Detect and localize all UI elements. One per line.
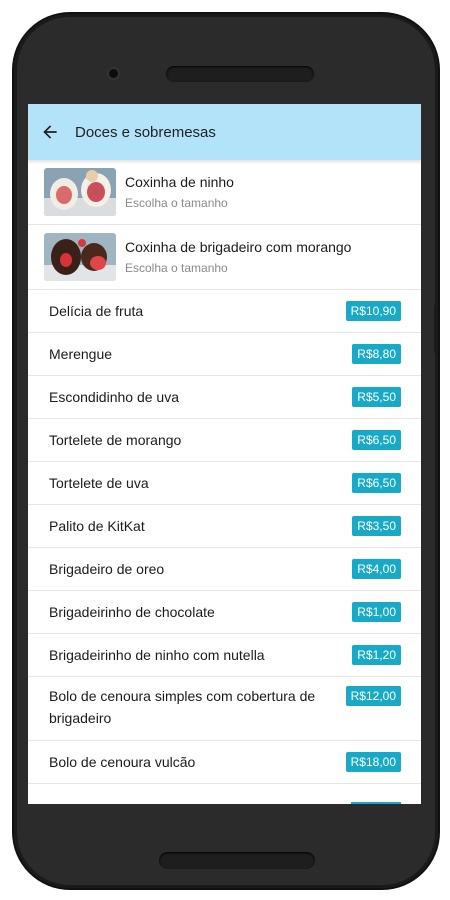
list-item[interactable]: Brigadeiro de oreo R$4,00: [28, 548, 421, 591]
bottom-speaker: [159, 852, 315, 869]
price-badge: R$12,00: [345, 686, 401, 706]
page-title: Doces e sobremesas: [75, 123, 216, 141]
list-item[interactable]: Tortelete de morango R$6,50: [28, 419, 421, 462]
product-name: Coxinha de brigadeiro com morango: [125, 239, 352, 255]
list-item[interactable]: [28, 784, 421, 804]
price-badge: R$1,20: [352, 645, 401, 665]
product-name: Bolo de cenoura vulcão: [49, 754, 196, 770]
product-image: [44, 168, 116, 216]
list-item[interactable]: Brigadeirinho de chocolate R$1,00: [28, 591, 421, 634]
list-item[interactable]: Escondidinho de uva R$5,50: [28, 376, 421, 419]
price-badge: R$1,00: [352, 602, 401, 622]
price-badge: R$3,50: [352, 516, 401, 536]
list-item[interactable]: Palito de KitKat R$3,50: [28, 505, 421, 548]
list-item[interactable]: Coxinha de brigadeiro com morango Escolh…: [28, 225, 421, 290]
price-badge: R$18,00: [345, 752, 401, 772]
front-camera: [109, 69, 118, 78]
list-item[interactable]: Coxinha de ninho Escolha o tamanho: [28, 160, 421, 225]
price-badge: R$8,80: [352, 344, 401, 364]
list-item[interactable]: Tortelete de uva R$6,50: [28, 462, 421, 505]
product-image: [44, 233, 116, 281]
list-item[interactable]: Brigadeirinho de ninho com nutella R$1,2…: [28, 634, 421, 677]
product-name: Merengue: [49, 346, 113, 362]
product-name: Palito de KitKat: [49, 518, 145, 534]
power-button: [434, 305, 438, 353]
list-item[interactable]: Bolo de cenoura simples com cobertura de…: [28, 677, 421, 741]
price-badge: R$4,00: [352, 559, 401, 579]
product-name: Bolo de cenoura simples com cobertura de…: [49, 688, 316, 726]
product-subtitle: Escolha o tamanho: [125, 261, 228, 275]
app-bar: Doces e sobremesas: [28, 104, 421, 160]
price-badge: R$5,50: [352, 387, 401, 407]
product-name: Brigadeirinho de chocolate: [49, 604, 215, 620]
arrow-left-icon[interactable]: [38, 120, 62, 144]
product-subtitle: Escolha o tamanho: [125, 196, 228, 210]
product-name: Tortelete de morango: [49, 432, 182, 448]
price-badge: R$6,50: [352, 430, 401, 450]
list-item[interactable]: Delícia de fruta R$10,90: [28, 290, 421, 333]
product-name: Coxinha de ninho: [125, 174, 234, 190]
price-badge: R$10,90: [345, 301, 401, 321]
product-list: Coxinha de ninho Escolha o tamanho Coxin…: [28, 160, 421, 804]
product-name: Brigadeiro de oreo: [49, 561, 165, 577]
product-name: Delícia de fruta: [49, 303, 144, 319]
product-name: Tortelete de uva: [49, 475, 149, 491]
top-speaker: [166, 66, 314, 82]
price-badge: R$6,50: [352, 473, 401, 493]
list-item[interactable]: Bolo de cenoura vulcão R$18,00: [28, 741, 421, 784]
product-name: Escondidinho de uva: [49, 389, 179, 405]
price-badge: [351, 802, 401, 804]
product-name: Brigadeirinho de ninho com nutella: [49, 647, 265, 663]
list-item[interactable]: Merengue R$8,80: [28, 333, 421, 376]
app-screen: Doces e sobremesas Coxinha de ninho Esco…: [28, 104, 421, 804]
